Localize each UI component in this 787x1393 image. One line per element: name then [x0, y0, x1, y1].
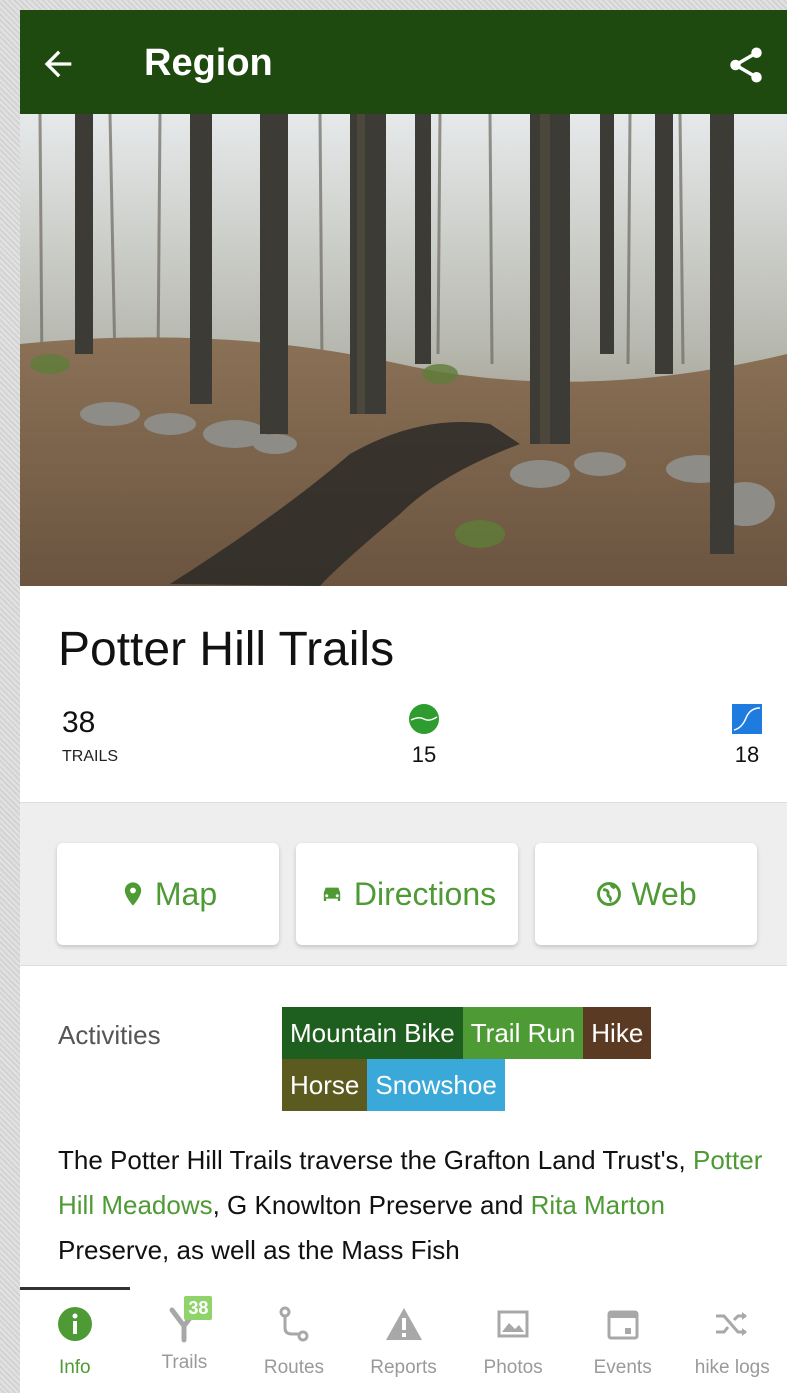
trail-count: 38: [62, 706, 96, 739]
nav-events[interactable]: Events: [568, 1290, 678, 1393]
nav-trails-label: Trails: [161, 1352, 208, 1373]
nav-hike-logs-label: hike logs: [694, 1357, 770, 1378]
region-title: Potter Hill Trails: [58, 623, 395, 676]
activity-chip-snowshoe: Snowshoe: [367, 1059, 505, 1111]
app-bar-title: Region: [144, 42, 273, 84]
easy-trails-stat: 15: [404, 700, 444, 768]
activity-chips: Mountain Bike Trail Run Hike Horse Snows…: [282, 1007, 722, 1111]
web-button-label: Web: [631, 875, 697, 912]
map-button[interactable]: Map: [57, 843, 279, 945]
arrow-left-icon[interactable]: [38, 44, 78, 84]
warning-icon: [385, 1308, 422, 1340]
nav-info-label: Info: [58, 1357, 91, 1378]
nav-photos-label: Photos: [483, 1357, 543, 1378]
directions-button-label: Directions: [353, 875, 497, 912]
nav-routes-label: Routes: [263, 1357, 325, 1378]
activity-chip-horse: Horse: [282, 1059, 368, 1111]
hard-trails-count: 18: [734, 742, 760, 767]
web-button[interactable]: Web: [535, 843, 757, 945]
globe-icon: [597, 882, 622, 906]
hard-trails-stat: 18: [727, 700, 767, 768]
map-marker-icon: [124, 882, 142, 906]
activities-label: Activities: [58, 1020, 161, 1050]
description-text-3: Preserve, as well as the Mass Fish: [58, 1235, 460, 1265]
action-buttons: Map Directions Web: [20, 802, 787, 966]
app-bar: Region: [20, 10, 787, 114]
trails-count-badge: 38: [184, 1296, 213, 1320]
car-icon: [323, 887, 341, 901]
region-photo: [20, 114, 787, 586]
rita-marton-link[interactable]: Rita Marton: [531, 1190, 665, 1220]
activity-chip-hike: Hike: [583, 1007, 652, 1059]
routes-icon: [279, 1306, 309, 1342]
nav-events-label: Events: [593, 1357, 652, 1378]
share-icon[interactable]: [725, 44, 767, 86]
trail-count-label: TRAILS: [62, 748, 119, 765]
description-text-2: , G Knowlton Preserve and: [212, 1190, 531, 1220]
nav-photos[interactable]: Photos: [458, 1290, 568, 1393]
difficult-difficulty-icon: [732, 704, 762, 734]
nav-hike-logs[interactable]: hike logs: [677, 1290, 787, 1393]
trail-stats: 38 TRAILS 15 18: [20, 700, 787, 800]
map-button-label: Map: [154, 875, 218, 912]
directions-button[interactable]: Directions: [296, 843, 518, 945]
activity-chip-mountain-bike: Mountain Bike: [282, 1007, 463, 1059]
easy-trails-count: 15: [411, 742, 437, 767]
nav-reports-label: Reports: [370, 1357, 437, 1378]
nav-info[interactable]: Info: [20, 1290, 130, 1393]
nav-trails[interactable]: 38 Trails: [130, 1290, 240, 1393]
region-description: The Potter Hill Trails traverse the Graf…: [58, 1138, 778, 1296]
bottom-navigation: Info 38 Trails Routes Reports Photos Eve…: [20, 1290, 787, 1393]
photos-icon: [497, 1310, 529, 1338]
description-text-1: The Potter Hill Trails traverse the Graf…: [58, 1145, 693, 1175]
calendar-icon: [607, 1310, 639, 1340]
activity-chip-trail-run: Trail Run: [462, 1007, 584, 1059]
app-screen: Region Potter Hill Trails 38 TRAILS 15 1…: [20, 10, 787, 1393]
info-icon: [57, 1307, 92, 1341]
easy-difficulty-icon: [409, 704, 439, 734]
nav-routes[interactable]: Routes: [239, 1290, 349, 1393]
shuffle-icon: [716, 1312, 748, 1336]
nav-reports[interactable]: Reports: [349, 1290, 459, 1393]
trails-icon-wrap: 38: [162, 1296, 213, 1346]
